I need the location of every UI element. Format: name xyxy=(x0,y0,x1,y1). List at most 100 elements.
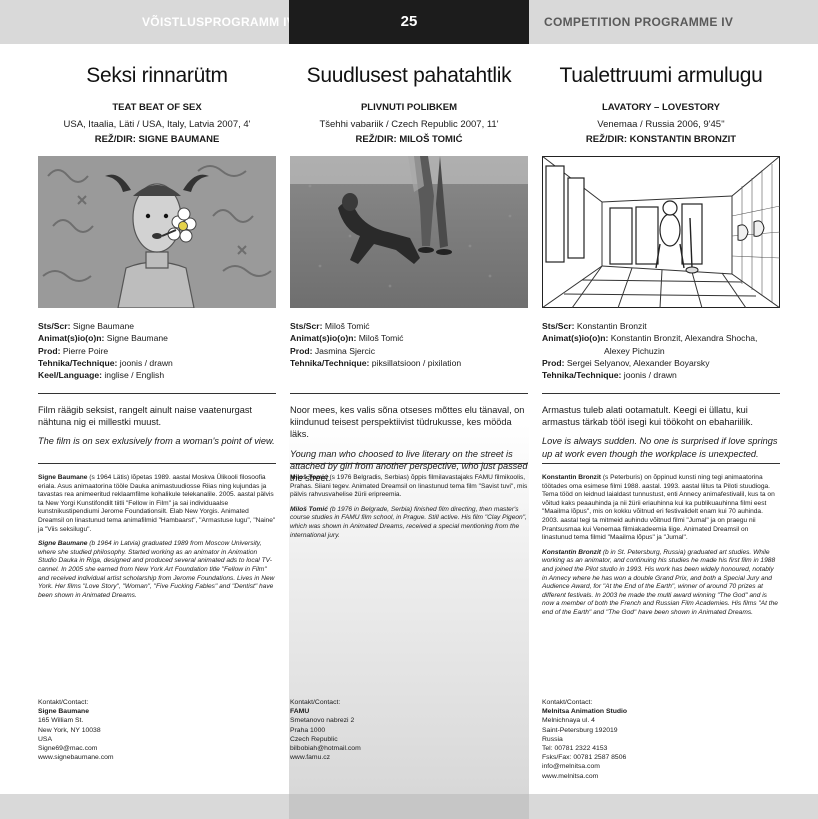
contact-fax: Fsks/Fax: 00781 2587 8506 xyxy=(542,754,627,762)
contact-block: Kontakt/Contact: FAMU Smetanovo nabrezi … xyxy=(290,698,528,762)
film-entry-2: Suudlusest pahatahtlik PLIVNUTI POLIBKEM… xyxy=(290,44,528,794)
bio-text: (s 1964 Lätis) lõpetas 1989. aastal Mosk… xyxy=(38,474,276,533)
credit-line: Prod: Sergei Selyanov, Alexander Boyarsk… xyxy=(542,357,780,369)
credit-label: Sts/Scr: xyxy=(290,321,323,331)
bio-name: Signe Baumane xyxy=(38,474,88,481)
contact-website[interactable]: www.signebaumane.com xyxy=(38,753,276,762)
contact-email[interactable]: bilbobiah@hotmail.com xyxy=(290,744,528,753)
credit-value: Konstantin Bronzit, Alexandra Shocha, xyxy=(608,333,758,344)
credit-value: Miloš Tomić xyxy=(322,321,370,331)
header-section-et: VÕISTLUSPROGRAMM IV xyxy=(142,15,296,29)
credit-line: Animat(s)io(o)n: Konstantin Bronzit, Ale… xyxy=(542,332,780,344)
director-bio: Miloš Tomić (s 1976 Belgradis, Serbias) … xyxy=(290,474,528,540)
contact-line: Czech Republic xyxy=(290,735,338,743)
credits-list: Sts/Scr: Miloš Tomić Animat(s)io(o)n: Mi… xyxy=(290,320,528,369)
credit-line: Sts/Scr: Konstantin Bronzit xyxy=(542,320,780,332)
bio-name: Miloš Tomić xyxy=(290,505,328,513)
page-number: 25 xyxy=(400,13,418,30)
synopsis-et: Armastus tuleb alati ootamatult. Keegi e… xyxy=(542,405,753,428)
credit-line: Animat(s)io(o)n: Signe Baumane xyxy=(38,332,276,344)
credit-label: Sts/Scr: xyxy=(542,321,575,331)
credit-label: Sts/Scr: xyxy=(38,321,71,331)
film-title: Tualettruumi armulugu xyxy=(559,64,763,87)
contact-heading: Kontakt/Contact: xyxy=(38,699,89,706)
bio-text: (b 1964 in Latvia) graduated 1989 from M… xyxy=(38,540,275,599)
credit-label: Animat(s)io(o)n: xyxy=(542,333,609,344)
credit-label: Animat(s)io(o)n: xyxy=(290,333,357,344)
contact-email[interactable]: Signe69@mac.com xyxy=(38,744,276,753)
bio-en: Konstantin Bronzit (b in St. Petersburg,… xyxy=(542,549,780,618)
contact-name: Melnitsa Animation Studio xyxy=(542,708,628,716)
contact-website[interactable]: www.melnitsa.com xyxy=(542,772,780,781)
credit-line: Tehnika/Technique: piksillatsioon / pixi… xyxy=(290,357,528,369)
original-title: LAVATORY – LOVESTORY xyxy=(601,102,721,113)
footer-middle-block xyxy=(289,794,529,819)
contact-block: Kontakt/Contact: Melnitsa Animation Stud… xyxy=(542,698,780,781)
bio-text: (s Peterburis) on õppinud kunsti ning te… xyxy=(542,474,775,542)
contact-line: Smetanovo nabrezi 2 xyxy=(290,717,355,725)
film-title: Seksi rinnarütm xyxy=(86,64,228,87)
contact-phone: Tel: 00781 2322 4153 xyxy=(542,745,608,753)
country-year: USA, Itaalia, Läti / USA, Italy, Latvia … xyxy=(63,119,251,130)
credit-label: Tehnika/Technique: xyxy=(290,357,370,368)
director-bio: Konstantin Bronzit (s Peterburis) on õpp… xyxy=(542,474,780,618)
credit-value: Pierre Poire xyxy=(60,345,109,356)
contact-website[interactable]: www.famu.cz xyxy=(290,753,528,762)
contact-line: Saint-Petersburg 192019 xyxy=(542,726,618,734)
synopsis: Noor mees, kes valis sõna otseses mõttes… xyxy=(290,404,528,484)
credit-value: joonis / drawn xyxy=(621,370,677,381)
director: REŽ/DIR: KONSTANTIN BRONZIT xyxy=(585,134,737,145)
contact-heading: Kontakt/Contact: xyxy=(290,699,341,706)
credit-line: Sts/Scr: Miloš Tomić xyxy=(290,320,528,332)
synopsis-en: The film is on sex exlusively from a wom… xyxy=(38,436,275,447)
bio-name: Miloš Tomić xyxy=(290,474,328,481)
header-page-box: 25 xyxy=(289,0,529,44)
contact-line: Russia xyxy=(542,735,563,743)
contact-line: 165 William St. xyxy=(38,717,84,725)
bio-text: (b in St. Petersburg, Russia) graduated … xyxy=(542,548,778,616)
credit-value: Miloš Tomić xyxy=(356,333,404,344)
credit-value: Signe Baumane xyxy=(70,321,135,331)
credit-value: Sergei Selyanov, Alexander Boyarsky xyxy=(564,357,710,368)
credit-value: Jasmina Sjercic xyxy=(312,345,375,356)
credit-value: joonis / drawn xyxy=(117,357,173,368)
bio-name: Konstantin Bronzit xyxy=(542,474,601,481)
credit-value: inglise / English xyxy=(102,370,165,381)
divider xyxy=(290,463,528,464)
credit-line: Sts/Scr: Signe Baumane xyxy=(38,320,276,332)
country-year: Tšehhi vabariik / Czech Republic 2007, 1… xyxy=(319,119,499,130)
synopsis-et: Film räägib seksist, rangelt ainult nais… xyxy=(38,405,252,428)
contact-email[interactable]: info@melnitsa.com xyxy=(542,762,780,771)
film-still-image xyxy=(542,156,780,308)
synopsis-et: Noor mees, kes valis sõna otseses mõttes… xyxy=(290,405,525,440)
contact-line: USA xyxy=(38,735,52,743)
bio-en: Signe Baumane (b 1964 in Latvia) graduat… xyxy=(38,540,276,600)
contact-heading: Kontakt/Contact: xyxy=(542,699,593,706)
film-title: Suudlusest pahatahtlik xyxy=(306,64,512,87)
credit-value: Konstantin Bronzit xyxy=(574,321,647,331)
credit-value: Alexey Pichuzin xyxy=(604,345,665,356)
bio-et: Signe Baumane (s 1964 Lätis) lõpetas 198… xyxy=(38,474,276,534)
credit-label: Animat(s)io(o)n: xyxy=(38,333,105,344)
divider xyxy=(542,393,780,394)
credits-list: Sts/Scr: Konstantin Bronzit Animat(s)io(… xyxy=(542,320,780,381)
credits-list: Sts/Scr: Signe Baumane Animat(s)io(o)n: … xyxy=(38,320,276,381)
credit-line: Prod: Pierre Poire xyxy=(38,345,276,357)
divider xyxy=(38,393,276,394)
credit-line: Prod: Jasmina Sjercic xyxy=(290,345,528,357)
credit-value: piksillatsioon / pixilation xyxy=(369,357,462,368)
film-still-image xyxy=(290,156,528,308)
synopsis-en: Love is always sudden. No one is surpris… xyxy=(542,436,778,459)
credit-label: Tehnika/Technique: xyxy=(542,370,622,381)
credit-line: Keel/Language: inglise / English xyxy=(38,369,276,381)
director: REŽ/DIR: MILOŠ TOMIĆ xyxy=(355,134,463,145)
bio-et: Miloš Tomić (s 1976 Belgradis, Serbias) … xyxy=(290,474,528,500)
divider xyxy=(38,463,276,464)
original-title: PLIVNUTI POLIBKEM xyxy=(360,102,458,113)
synopsis: Armastus tuleb alati ootamatult. Keegi e… xyxy=(542,404,780,460)
credit-label: Tehnika/Technique: xyxy=(38,357,118,368)
contact-name: Signe Baumane xyxy=(38,708,89,716)
synopsis: Film räägib seksist, rangelt ainult nais… xyxy=(38,404,276,448)
credit-line-continued: Alexey Pichuzin xyxy=(542,345,780,357)
original-title: TEAT BEAT OF SEX xyxy=(112,102,202,113)
